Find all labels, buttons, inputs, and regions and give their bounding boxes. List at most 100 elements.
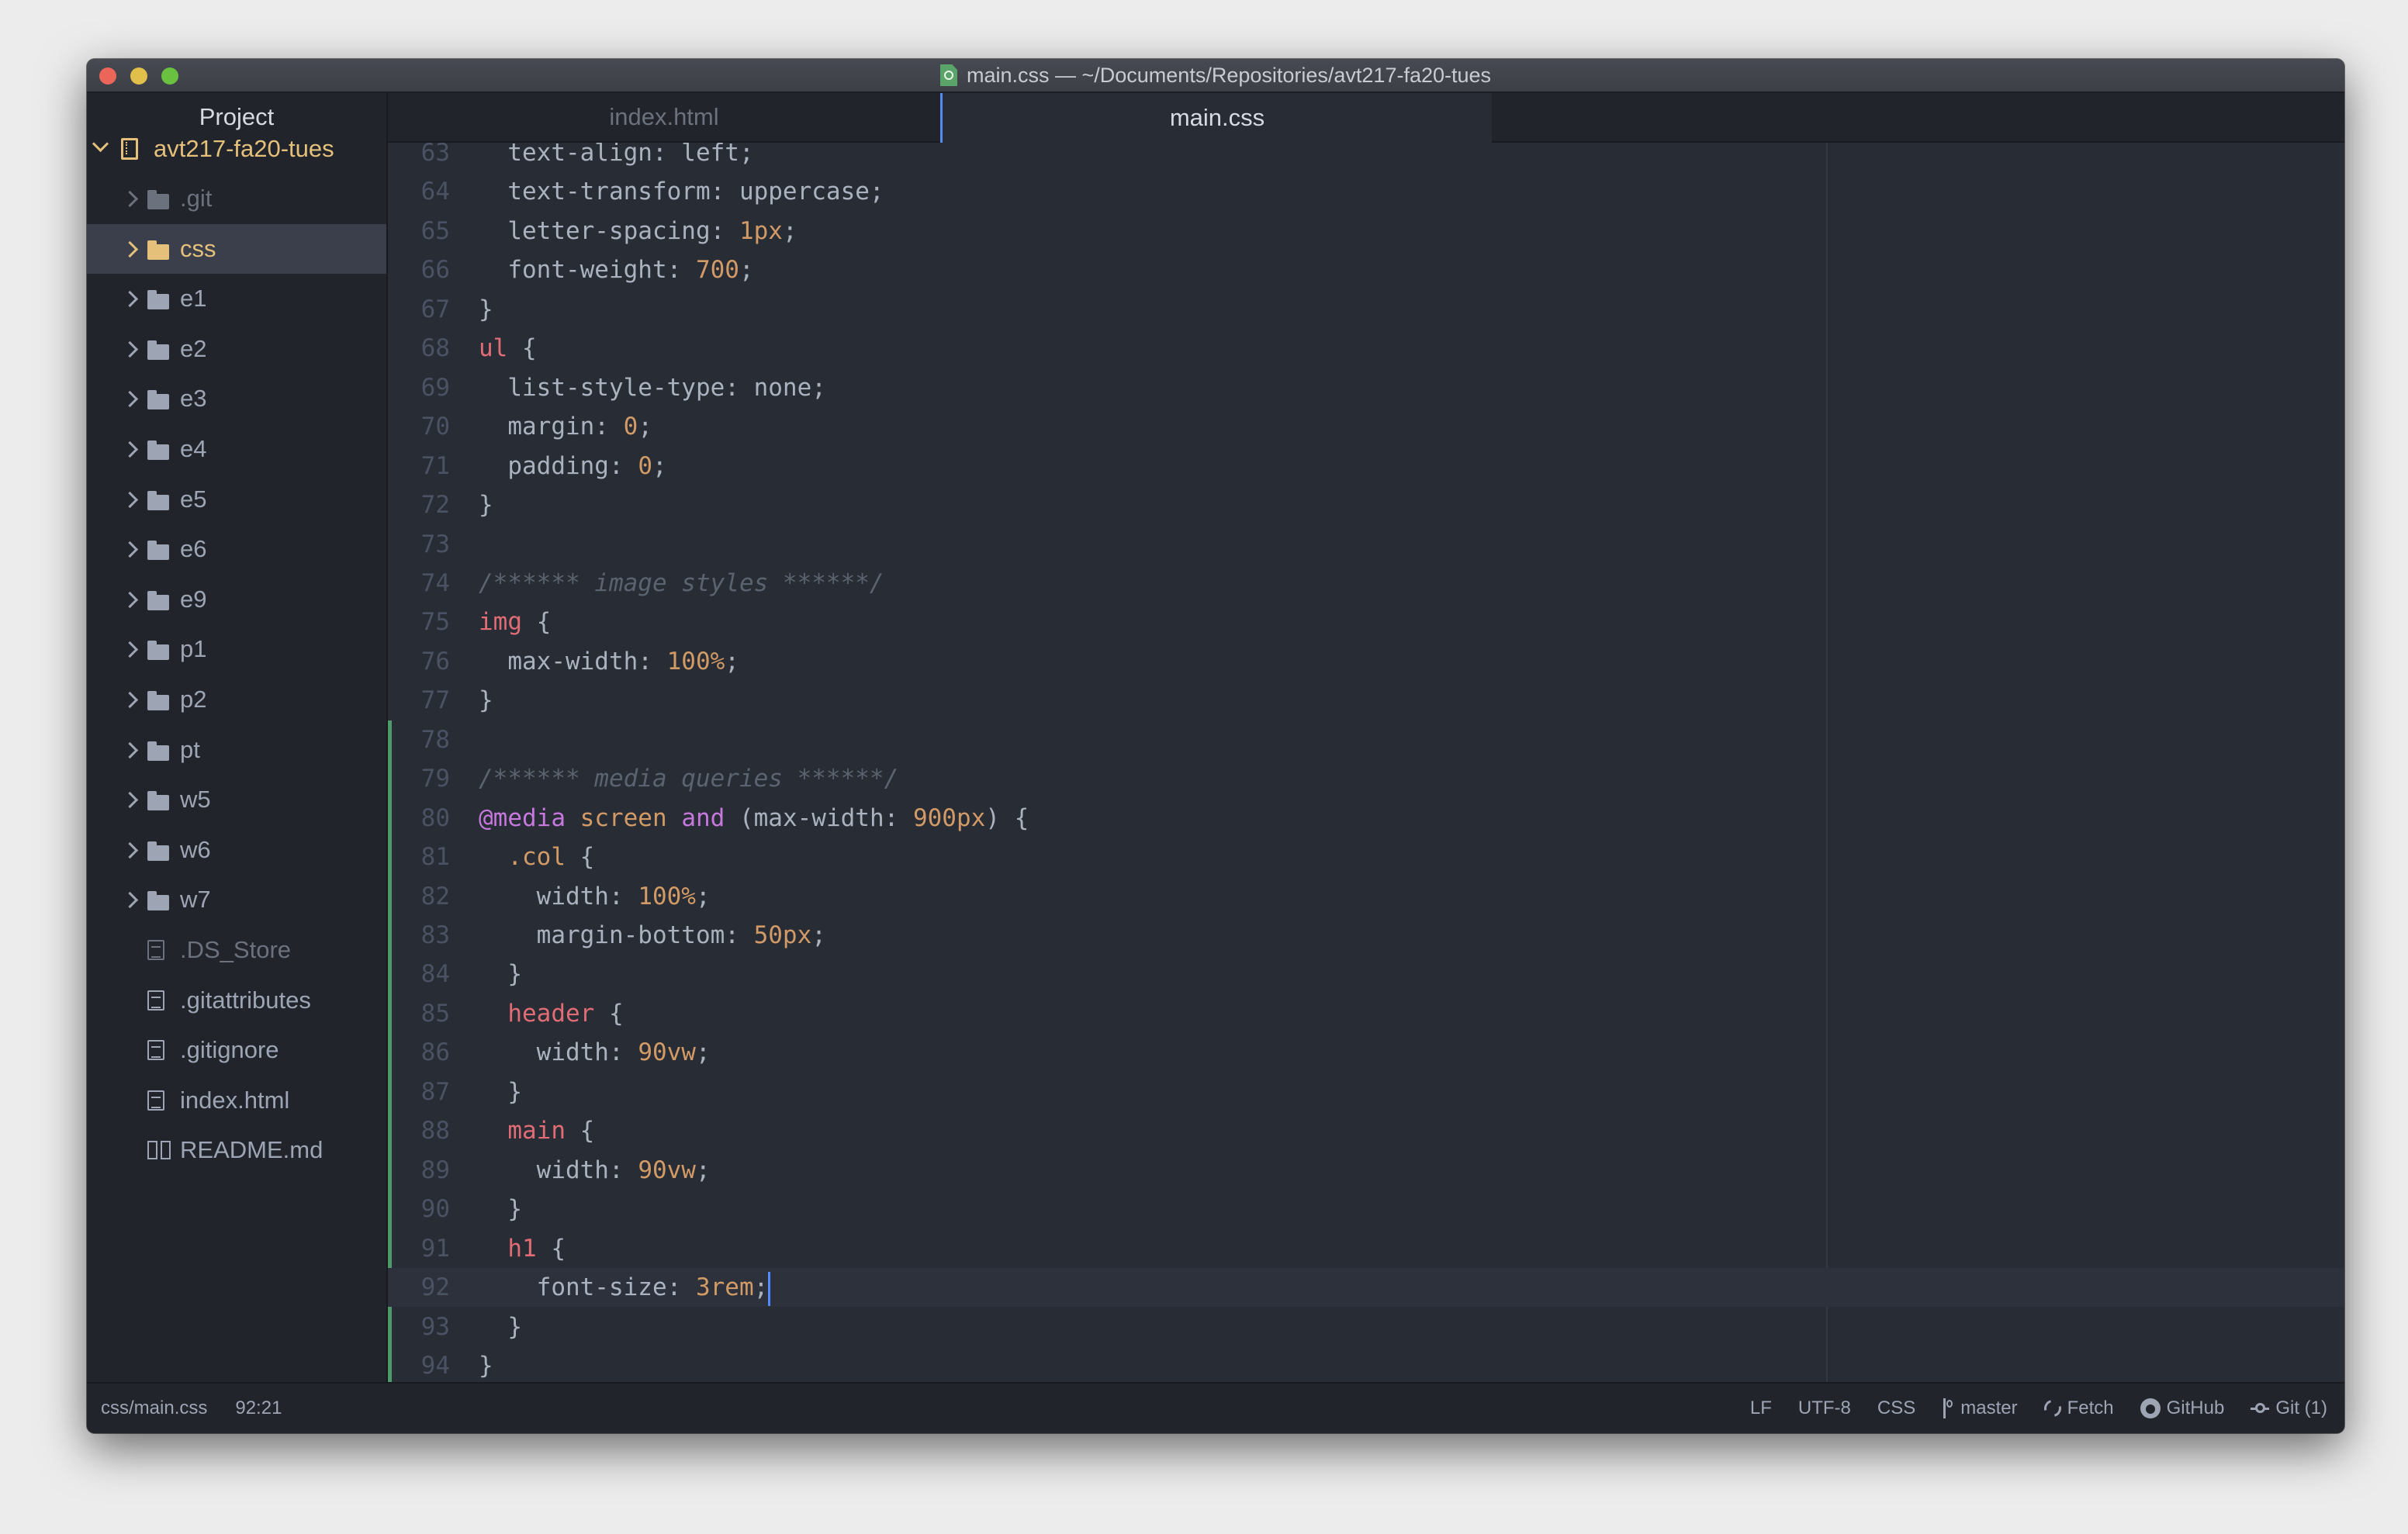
code-line[interactable]: 83 margin-bottom: 50px; [388,916,2344,955]
status-git-button[interactable]: Git (1) [2251,1398,2327,1419]
code-line[interactable]: 74 /****** image styles ******/ [388,564,2344,603]
code-editor[interactable]: 63 text-align: left; 64 text-transform: u… [388,143,2344,1384]
tree-item-p1[interactable]: p1 [87,624,386,674]
status-branch[interactable]: master [1942,1398,2018,1419]
tree-item-e4[interactable]: e4 [87,424,386,474]
code-line[interactable]: 67} [388,290,2344,329]
status-file-path[interactable]: css/main.css [101,1398,207,1419]
code-line[interactable]: 72} [388,485,2344,524]
status-grammar[interactable]: CSS [1877,1398,1915,1419]
line-number: 93 [420,1312,450,1341]
code-line[interactable]: 63 text-align: left; [388,143,2344,172]
chevron-right-icon [121,291,139,308]
line-code: list-style-type: none; [479,368,826,407]
code-line[interactable]: 93 } [388,1308,2344,1346]
code-line[interactable]: 73 [388,525,2344,564]
tree-label: e4 [180,435,207,462]
tree-label: .DS_Store [180,936,292,963]
code-token-num: 900px [912,803,986,832]
code-line[interactable]: 90 } [388,1190,2344,1228]
code-line[interactable]: 76 max-width: 100%; [388,642,2344,681]
tree-item-e9[interactable]: e9 [87,575,386,624]
tree-item-w7[interactable]: w7 [87,875,386,924]
code-line[interactable]: 70 margin: 0; [388,407,2344,446]
code-line[interactable]: 82 width: 100%; [388,877,2344,916]
file-text-icon [147,1040,164,1061]
tree-item-css[interactable]: css [87,223,386,274]
code-token-plain: padding: [479,451,638,480]
tree-root-folder[interactable]: avt217-fa20-tues [87,124,386,174]
line-number: 78 [420,725,450,754]
tree-item-dot-ds-store[interactable]: .DS_Store [87,925,386,975]
code-line[interactable]: 84 } [388,955,2344,993]
line-code: margin: 0; [479,407,652,446]
code-token-plain: { [536,1234,566,1263]
code-line[interactable]: 77} [388,681,2344,720]
tree-label: css [180,234,216,262]
tree-label: p2 [180,686,207,713]
code-line[interactable]: 68 ul { [388,329,2344,368]
tree-item-e5[interactable]: e5 [87,475,386,524]
folder-icon [147,240,169,260]
chevron-down-icon [92,135,109,153]
tab-index-html[interactable]: index.html [388,93,940,141]
code-line[interactable]: 66 font-weight: 700; [388,250,2344,289]
code-line[interactable]: 86 width: 90vw; [388,1033,2344,1072]
tree-item-dot-git[interactable]: .git [87,174,386,223]
line-number: 67 [420,295,450,323]
code-line[interactable]: 89 width: 90vw; [388,1151,2344,1190]
tree-item-readme-md[interactable]: README.md [87,1125,386,1175]
tree-item-w5[interactable]: w5 [87,775,386,824]
code-line[interactable]: 88 main { [388,1111,2344,1150]
code-line[interactable]: 75 img { [388,603,2344,641]
line-number: 81 [420,843,450,872]
tree-item-e6[interactable]: e6 [87,524,386,574]
tree-item-w6[interactable]: w6 [87,825,386,875]
code-line[interactable]: 91 h1 { [388,1229,2344,1268]
status-encoding[interactable]: UTF-8 [1798,1398,1851,1419]
code-token-num: 700 [695,256,739,285]
tree-item-p2[interactable]: p2 [87,675,386,724]
tree-item-e3[interactable]: e3 [87,374,386,423]
code-line[interactable]: 92 font-size: 3rem; [388,1268,2344,1308]
code-line[interactable]: 71 padding: 0; [388,447,2344,485]
folder-icon [147,590,169,610]
folder-icon [147,841,169,861]
status-line-ending[interactable]: LF [1750,1398,1772,1419]
code-line[interactable]: 81 .col { [388,838,2344,876]
code-line[interactable]: 79 /****** media queries ******/ [388,759,2344,798]
file-text-icon [147,990,164,1011]
code-line[interactable]: 87 } [388,1073,2344,1111]
tree-item-e2[interactable]: e2 [87,324,386,374]
code-token-plain: letter-spacing: [479,216,739,245]
tab-label: index.html [609,103,719,130]
line-code: /****** media queries ******/ [479,759,898,798]
code-token-plain: } [479,686,493,715]
tree-label: e3 [180,385,207,413]
code-token-plain: ; [695,1038,711,1067]
code-line[interactable]: 64 text-transform: uppercase; [388,172,2344,211]
folder-icon [147,791,169,811]
status-fetch-button[interactable]: Fetch [2040,1396,2114,1421]
folder-icon [147,490,169,510]
line-number: 73 [420,530,450,558]
code-line[interactable]: 85 header { [388,994,2344,1033]
code-line[interactable]: 69 list-style-type: none; [388,368,2344,407]
status-github-button[interactable]: GitHub [2140,1398,2224,1419]
chevron-right-icon [121,491,139,508]
code-line[interactable]: 78 [388,720,2344,759]
code-line[interactable]: 65 letter-spacing: 1px; [388,212,2344,250]
tree-item-dot-gitattributes[interactable]: .gitattributes [87,976,386,1025]
status-cursor-position[interactable]: 92:21 [235,1398,282,1419]
tree-item-pt[interactable]: pt [87,725,386,775]
line-code: width: 90vw; [479,1033,711,1072]
line-number: 86 [420,1038,450,1067]
tree-item-dot-gitignore[interactable]: .gitignore [87,1025,386,1075]
code-token-plain: } [479,1195,522,1224]
tab-main-css[interactable]: main.css [940,93,1492,143]
code-line[interactable]: 80 @media screen and (max-width: 900px) { [388,799,2344,838]
code-line[interactable]: 94} [388,1346,2344,1384]
tree-item-e1[interactable]: e1 [87,274,386,323]
line-code: text-transform: uppercase; [479,172,884,211]
tree-item-index-html[interactable]: index.html [87,1076,386,1125]
